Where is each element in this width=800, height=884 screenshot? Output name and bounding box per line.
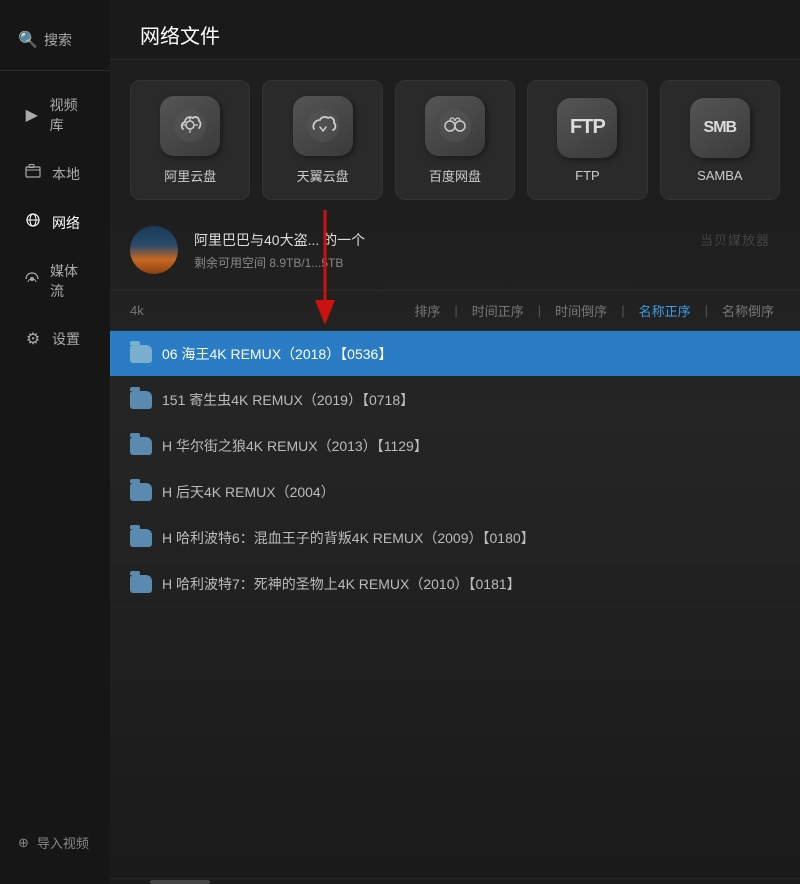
folder-icon xyxy=(130,391,152,409)
sidebar-item-network[interactable]: 网络 xyxy=(6,200,104,245)
services-grid: 阿里云盘 天翼云盘 xyxy=(130,80,780,200)
sidebar-item-label: 视频库 xyxy=(50,95,86,135)
video-library-icon: ▶ xyxy=(24,105,40,125)
bottom-scrollbar[interactable] xyxy=(110,878,800,884)
samba-label: SAMBA xyxy=(697,168,743,183)
main-content: 网络文件 阿里云盘 xyxy=(110,0,800,884)
sidebar-bottom: ⊕ 导入视频 xyxy=(0,821,110,884)
search-button[interactable]: 🔍 搜索 xyxy=(0,20,110,60)
sidebar: 🔍 搜索 ▶ 视频库 本地 网络 xyxy=(0,0,110,884)
account-info: 阿里巴巴与40大盗... 的一个 剩余可用空间 8.9TB/1...5TB xyxy=(194,230,780,271)
sidebar-item-label: 媒体流 xyxy=(50,261,86,301)
sidebar-item-local[interactable]: 本地 xyxy=(6,151,104,196)
sidebar-item-label: 本地 xyxy=(52,164,80,184)
scrollbar-thumb[interactable] xyxy=(150,880,210,884)
folder-icon xyxy=(130,345,152,363)
file-name: H 哈利波特6：混血王子的背叛4K REMUX（2009）【0180】 xyxy=(162,528,780,548)
sort-order-button[interactable]: 排序 xyxy=(408,299,446,322)
ftp-icon: FTP xyxy=(557,98,617,158)
file-name: 06 海王4K REMUX（2018）【0536】 xyxy=(162,344,780,364)
import-label: 导入视频 xyxy=(37,833,89,852)
file-row[interactable]: H 哈利波特6：混血王子的背叛4K REMUX（2009）【0180】 xyxy=(110,515,800,561)
folder-icon xyxy=(130,483,152,501)
arrow-annotation xyxy=(305,210,345,330)
search-icon: 🔍 xyxy=(18,30,36,50)
sidebar-item-label: 设置 xyxy=(52,329,80,349)
file-name: H 哈利波特7：死神的圣物上4K REMUX（2010）【0181】 xyxy=(162,574,780,594)
service-samba[interactable]: SMB SAMBA xyxy=(660,80,780,200)
service-baidu[interactable]: 百度网盘 xyxy=(395,80,515,200)
file-list: 06 海王4K REMUX（2018）【0536】 151 寄生虫4K REMU… xyxy=(110,331,800,878)
sort-time-desc-button[interactable]: 时间倒序 xyxy=(549,299,613,322)
page-header: 网络文件 xyxy=(110,0,800,60)
file-name: H 后天4K REMUX（2004） xyxy=(162,482,780,502)
service-ftp[interactable]: FTP FTP xyxy=(527,80,647,200)
sidebar-divider xyxy=(0,70,110,71)
sort-divider-4: | xyxy=(705,303,708,318)
sort-divider-1: | xyxy=(454,303,457,318)
baidu-label: 百度网盘 xyxy=(429,166,481,185)
aliyun-label: 阿里云盘 xyxy=(164,166,216,185)
import-video-button[interactable]: ⊕ 导入视频 xyxy=(0,821,110,864)
account-name: 阿里巴巴与40大盗... 的一个 xyxy=(194,230,780,250)
import-icon: ⊕ xyxy=(18,835,29,851)
sort-time-asc-button[interactable]: 时间正序 xyxy=(466,299,530,322)
sort-name-asc-button[interactable]: 名称正序 xyxy=(633,299,697,322)
file-row[interactable]: H 华尔街之狼4K REMUX（2013）【1129】 xyxy=(110,423,800,469)
settings-icon: ⚙ xyxy=(24,329,42,349)
file-name: 151 寄生虫4K REMUX（2019）【0718】 xyxy=(162,390,780,410)
samba-icon: SMB xyxy=(690,98,750,158)
tianyi-label: 天翼云盘 xyxy=(297,166,349,185)
sidebar-item-video-library[interactable]: ▶ 视频库 xyxy=(6,83,104,147)
page-title: 网络文件 xyxy=(140,20,770,49)
bg-area: 当贝媒放器 阿里巴巴与40大盗... 的一个 剩余可用空间 8.9TB/1...… xyxy=(110,210,800,884)
folder-icon xyxy=(130,575,152,593)
sort-divider-3: | xyxy=(621,303,624,318)
search-label: 搜索 xyxy=(44,30,72,50)
avatar xyxy=(130,226,178,274)
sidebar-item-settings[interactable]: ⚙ 设置 xyxy=(6,317,104,361)
file-row[interactable]: H 后天4K REMUX（2004） xyxy=(110,469,800,515)
ftp-label: FTP xyxy=(575,168,600,183)
account-bar: 阿里巴巴与40大盗... 的一个 剩余可用空间 8.9TB/1...5TB xyxy=(110,210,800,291)
avatar-image xyxy=(130,226,178,274)
service-aliyun[interactable]: 阿里云盘 xyxy=(130,80,250,200)
file-row[interactable]: H 哈利波特7：死神的圣物上4K REMUX（2010）【0181】 xyxy=(110,561,800,607)
account-space: 剩余可用空间 8.9TB/1...5TB xyxy=(194,254,780,271)
sort-divider-2: | xyxy=(538,303,541,318)
aliyun-icon xyxy=(160,96,220,156)
service-tianyi[interactable]: 天翼云盘 xyxy=(262,80,382,200)
sort-name-desc-button[interactable]: 名称倒序 xyxy=(716,299,780,322)
sidebar-item-media-stream[interactable]: 媒体流 xyxy=(6,249,104,313)
network-icon xyxy=(24,212,42,233)
services-section: 阿里云盘 天翼云盘 xyxy=(110,60,800,210)
sort-category-label: 4k xyxy=(130,303,144,318)
local-icon xyxy=(24,163,42,184)
file-row[interactable]: 06 海王4K REMUX（2018）【0536】 xyxy=(110,331,800,377)
sort-bar: 4k 排序 | 时间正序 | 时间倒序 | 名称正序 | 名称倒序 xyxy=(110,291,800,331)
tianyi-icon xyxy=(293,96,353,156)
folder-icon xyxy=(130,437,152,455)
file-name: H 华尔街之狼4K REMUX（2013）【1129】 xyxy=(162,436,780,456)
file-row[interactable]: 151 寄生虫4K REMUX（2019）【0718】 xyxy=(110,377,800,423)
sidebar-item-label: 网络 xyxy=(52,213,80,233)
folder-icon xyxy=(130,529,152,547)
account-section: 阿里巴巴与40大盗... 的一个 剩余可用空间 8.9TB/1...5TB xyxy=(110,210,800,291)
media-stream-icon xyxy=(24,271,40,292)
baidu-icon xyxy=(425,96,485,156)
